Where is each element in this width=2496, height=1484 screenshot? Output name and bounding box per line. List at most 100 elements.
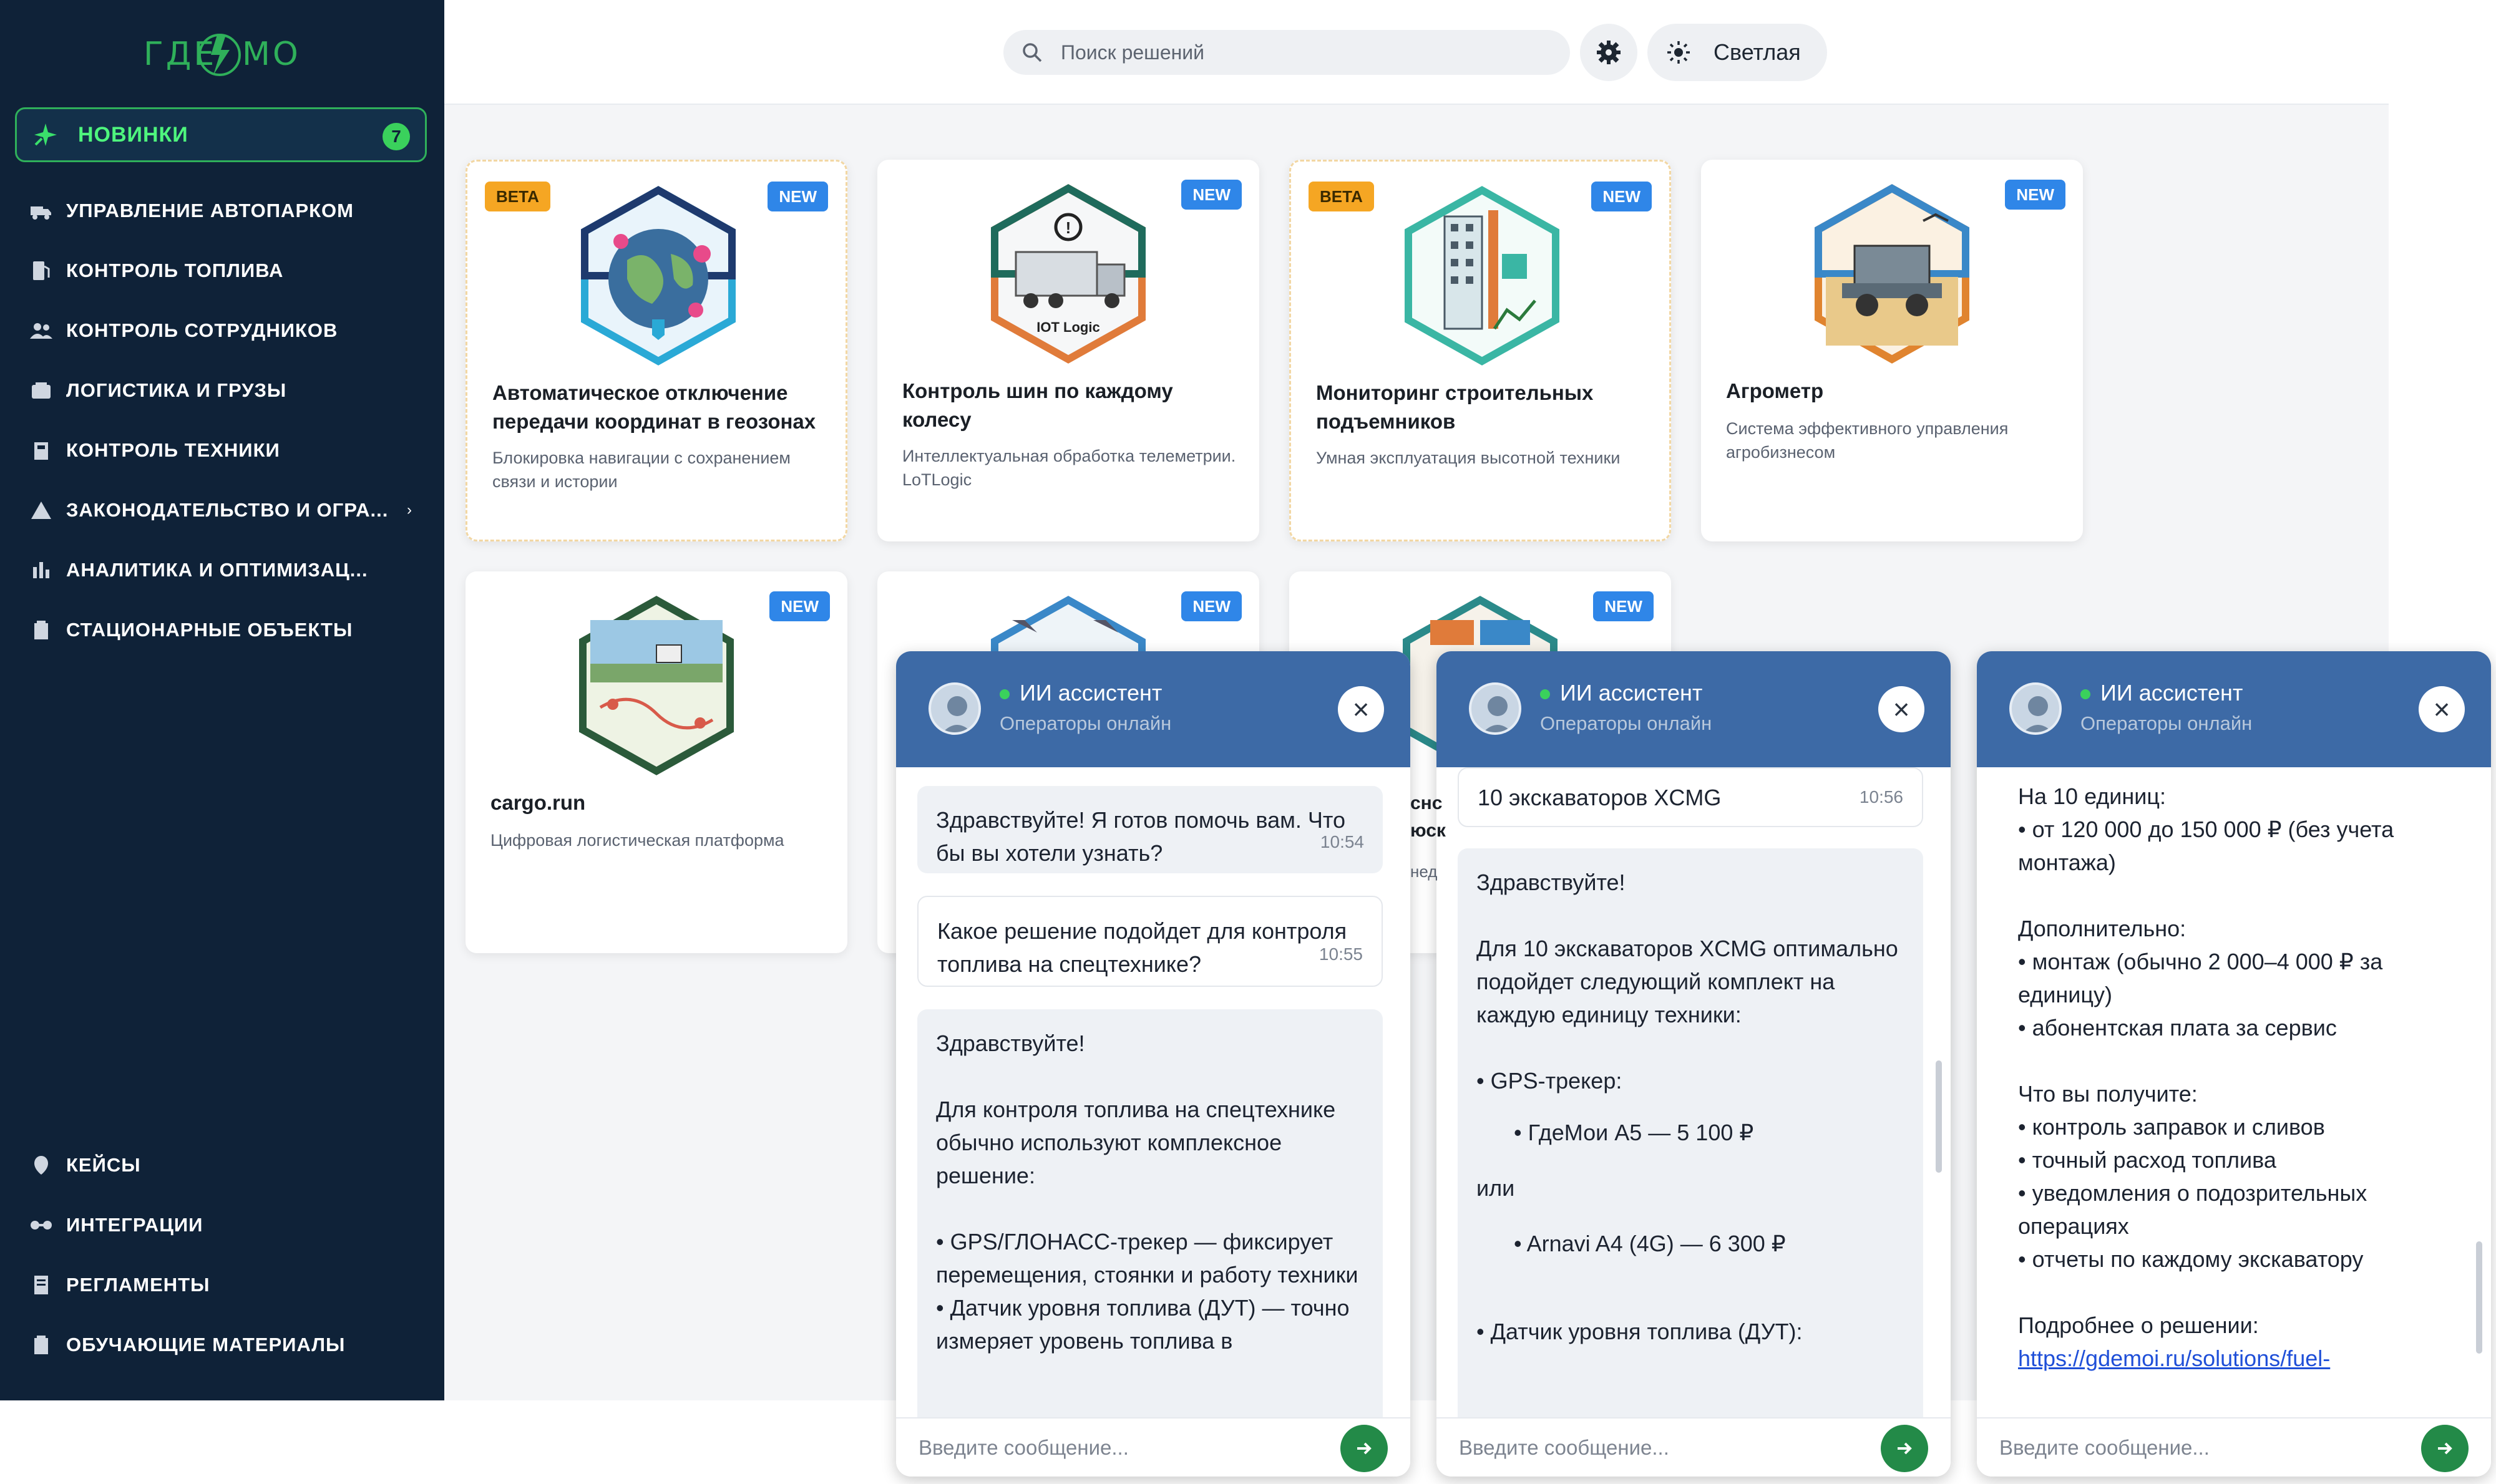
solution-card[interactable]: NEW ! IOT Logic Контроль шин по каждому … [877, 160, 1259, 541]
chat-messages[interactable]: Здравствуйте! Я готов помочь вам. Что бы… [896, 767, 1410, 1417]
close-icon: × [1893, 693, 1910, 725]
sidebar-item-new[interactable]: НОВИНКИ 7 [15, 107, 427, 162]
header-divider [444, 104, 2389, 105]
book-icon [30, 1334, 52, 1356]
sidebar-item-label: ЛОГИСТИКА И ГРУЗЫ [66, 379, 287, 401]
new-badge: NEW [768, 182, 828, 211]
sidebar-item-label: РЕГЛАМЕНТЫ [66, 1274, 210, 1296]
solution-card[interactable]: BETA NEW Мониторинг строительных подъемн… [1289, 160, 1671, 541]
card-title: Автоматическое отключение передачи коорд… [492, 381, 816, 433]
message-input[interactable] [1999, 1432, 2399, 1463]
new-badge: NEW [1181, 591, 1242, 621]
message-input[interactable] [1459, 1432, 1858, 1463]
sidebar-item-regulations[interactable]: РЕГЛАМЕНТЫ [30, 1266, 429, 1304]
chat-input-bar [1977, 1417, 2491, 1477]
sidebar-item-legislation[interactable]: ЗАКОНОДАТЕЛЬСТВО И ОГРА... › [30, 492, 429, 529]
new-badge: NEW [1593, 591, 1654, 621]
search-icon [1021, 41, 1043, 64]
message-time: 10:56 [1859, 787, 1903, 807]
bot-message: Здравствуйте! Для 10 экскаваторов XCMG о… [1458, 848, 1923, 1417]
online-dot [2080, 689, 2090, 700]
sidebar-item-analytics[interactable]: АНАЛИТИКА И ОПТИМИЗАЦ... [30, 551, 429, 589]
bot-message: Здравствуйте! Я готов помочь вам. Что бы… [917, 786, 1383, 873]
search-bar[interactable] [1003, 30, 1570, 75]
sidebar-item-new-label: НОВИНКИ [78, 122, 188, 147]
new-count-badge: 7 [383, 123, 410, 150]
sun-icon [1667, 41, 1690, 64]
solution-link[interactable]: https://gdemoi.ru/solutions/fuel- [2018, 1346, 2330, 1371]
sidebar-item-employees[interactable]: КОНТРОЛЬ СОТРУДНИКОВ [30, 312, 429, 349]
sidebar: ГДЕ МОИ НОВИНКИ 7 УПРАВЛЕНИЕ АВТОПАРКОМ … [0, 0, 444, 1400]
theme-toggle-button[interactable]: Светлая [1647, 24, 1827, 81]
scrollbar[interactable] [1936, 1060, 1942, 1173]
solution-card[interactable]: NEW cargo.run Цифровая логистическая пла… [466, 571, 847, 953]
app-root: ГДЕ МОИ НОВИНКИ 7 УПРАВЛЕНИЕ АВТОПАРКОМ … [0, 0, 2496, 1484]
online-dot [1000, 689, 1010, 700]
card-title: Мониторинг строительных подъемников [1316, 381, 1594, 433]
search-input[interactable] [1061, 41, 1560, 64]
chat-title: ИИ ассистент [2080, 680, 2243, 706]
new-badge: NEW [1591, 182, 1652, 211]
close-icon: × [1352, 693, 1370, 725]
sidebar-item-fuel[interactable]: КОНТРОЛЬ ТОПЛИВА [30, 252, 429, 289]
sidebar-item-label: УПРАВЛЕНИЕ АВТОПАРКОМ [66, 200, 354, 221]
send-button[interactable] [2421, 1425, 2469, 1472]
card-title: Контроль шин по каждому колесу [902, 379, 1173, 431]
cargo-map-image [579, 596, 734, 775]
iot-logic-label: IOT Logic [1036, 319, 1099, 335]
chart-icon [30, 559, 52, 581]
settings-button[interactable] [1580, 24, 1637, 81]
construction-lift-image [1405, 186, 1559, 366]
online-dot [1540, 689, 1550, 700]
chat-messages[interactable]: На 10 единиц: • от 120 000 до 150 000 ₽ … [1977, 767, 2491, 1417]
truck-icon [30, 200, 52, 222]
chat-input-bar [896, 1417, 1410, 1477]
sidebar-item-learning[interactable]: ОБУЧАЮЩИЕ МАТЕРИАЛЫ [30, 1326, 429, 1364]
arrow-right-icon [1357, 1442, 1372, 1455]
send-button[interactable] [1340, 1425, 1388, 1472]
sidebar-item-cases[interactable]: КЕЙСЫ [30, 1147, 429, 1184]
chat-header: ИИ ассистент Операторы онлайн × [1436, 651, 1951, 767]
card-description: Цифровая логистическая платформа [490, 831, 784, 850]
close-button[interactable]: × [2419, 686, 2465, 732]
sidebar-item-label: КОНТРОЛЬ ТЕХНИКИ [66, 439, 280, 461]
sidebar-item-integrations[interactable]: ИНТЕГРАЦИИ [30, 1206, 429, 1244]
sidebar-item-label: КОНТРОЛЬ СОТРУДНИКОВ [66, 319, 338, 341]
scrollbar[interactable] [2476, 1241, 2482, 1354]
svg-text:МОИ: МОИ [242, 36, 300, 73]
send-button[interactable] [1881, 1425, 1928, 1472]
solution-card[interactable]: BETA NEW Автоматическое отключение перед… [466, 160, 847, 541]
chat-title: ИИ ассистент [1000, 680, 1162, 706]
sidebar-item-machinery[interactable]: КОНТРОЛЬ ТЕХНИКИ [30, 432, 429, 469]
case-icon [30, 1154, 52, 1176]
sidebar-item-fleet[interactable]: УПРАВЛЕНИЕ АВТОПАРКОМ [30, 192, 429, 230]
svg-text:!: ! [1066, 218, 1071, 237]
close-button[interactable]: × [1878, 686, 1924, 732]
solution-card[interactable]: NEW Агрометр Система эффективного управл… [1701, 160, 2083, 541]
sidebar-item-label: КЕЙСЫ [66, 1154, 141, 1176]
logo[interactable]: ГДЕ МОИ [144, 22, 300, 85]
new-badge: NEW [2005, 180, 2065, 210]
message-time: 10:54 [1320, 832, 1364, 851]
chat-window: ИИ ассистент Операторы онлайн × На 10 ед… [1977, 651, 2491, 1477]
fuel-icon [30, 259, 52, 282]
box-icon [30, 379, 52, 402]
sidebar-item-label: ИНТЕГРАЦИИ [66, 1214, 203, 1236]
sidebar-item-label: СТАЦИОНАРНЫЕ ОБЪЕКТЫ [66, 619, 353, 641]
sidebar-item-logistics[interactable]: ЛОГИСТИКА И ГРУЗЫ [30, 372, 429, 409]
chat-header: ИИ ассистент Операторы онлайн × [1977, 651, 2491, 767]
users-icon [30, 319, 52, 342]
message-input[interactable] [919, 1432, 1318, 1463]
chat-status: Операторы онлайн [1540, 712, 1712, 734]
sidebar-item-stationary[interactable]: СТАЦИОНАРНЫЕ ОБЪЕКТЫ [30, 611, 429, 649]
chat-input-bar [1436, 1417, 1951, 1477]
building-icon [30, 619, 52, 641]
chevron-right-icon: › [407, 502, 412, 518]
sidebar-item-label: ЗАКОНОДАТЕЛЬСТВО И ОГРА... [66, 499, 389, 521]
chat-messages[interactable]: 10 экскаваторов XCMG 10:56 Здравствуйте!… [1436, 767, 1951, 1417]
card-description: Умная эксплуатация высотной техники [1316, 449, 1621, 467]
close-button[interactable]: × [1338, 686, 1384, 732]
beta-badge: BETA [1309, 182, 1374, 211]
bot-message: Здравствуйте! Для контроля топлива на сп… [917, 1009, 1383, 1417]
card-title: cargo.run [490, 791, 586, 814]
